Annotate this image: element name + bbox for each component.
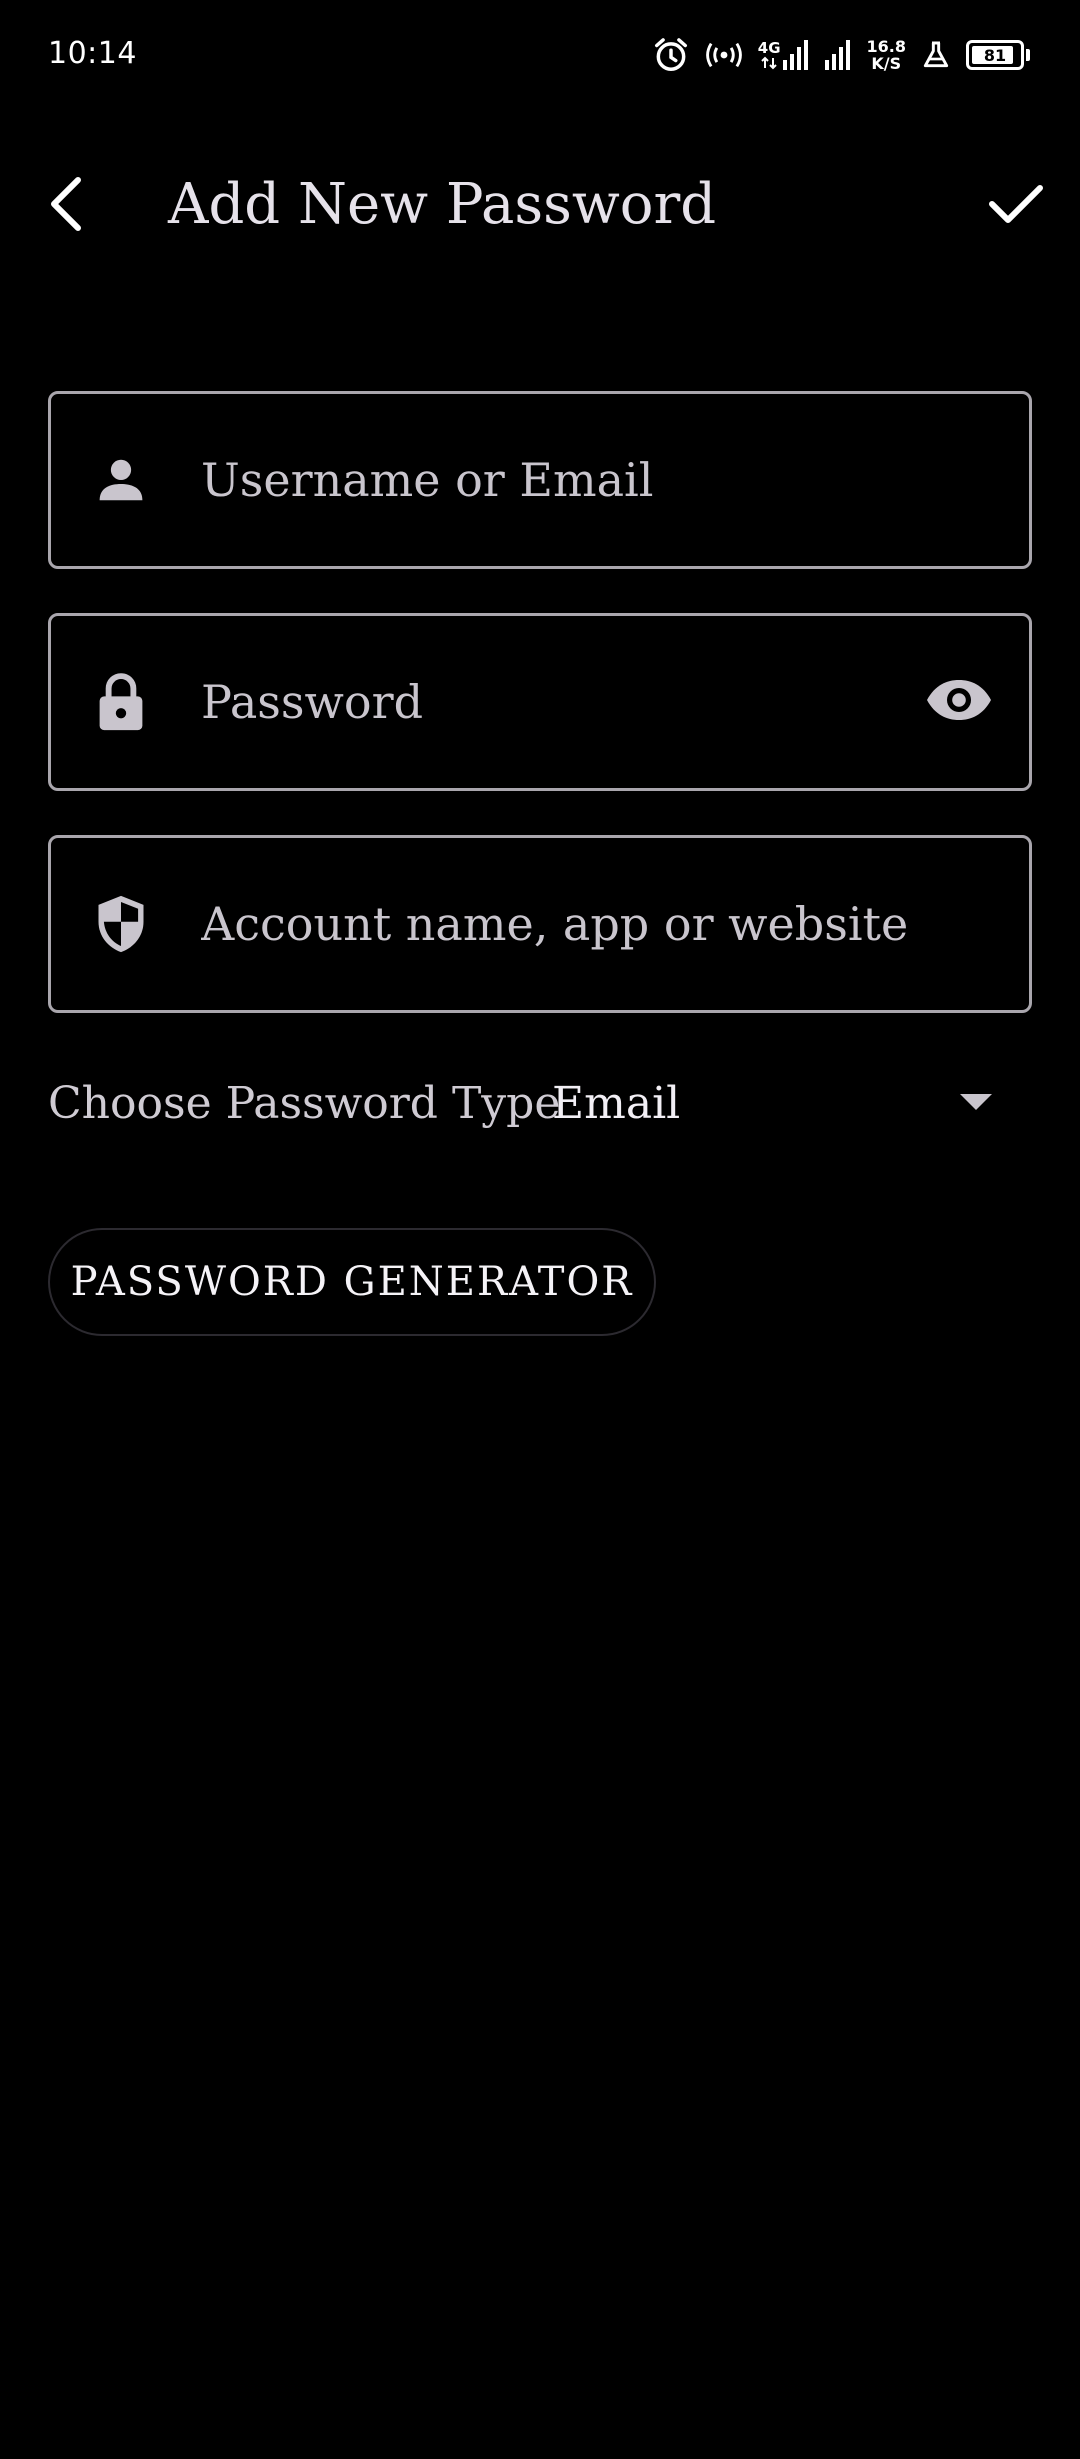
account-input[interactable] (201, 838, 909, 1010)
status-bar: 10:14 4G 16.8 K/S 81 (0, 0, 1080, 110)
app-bar: Add New Password (0, 150, 1080, 262)
back-button[interactable] (30, 170, 102, 242)
account-field[interactable] (48, 835, 1032, 1013)
page-title: Add New Password (168, 172, 717, 237)
signal-4g-icon: 4G (758, 40, 809, 70)
alarm-icon (652, 36, 690, 74)
password-type-value: Email (552, 1078, 681, 1129)
battery-icon: 81 (966, 40, 1030, 70)
hotspot-icon (704, 40, 744, 70)
password-type-row: Choose Password Type Email (48, 1070, 1032, 1140)
status-time: 10:14 (48, 36, 137, 71)
battery-level: 81 (983, 45, 1007, 65)
password-generator-button[interactable]: PASSWORD GENERATOR (48, 1228, 656, 1336)
save-button[interactable] (980, 170, 1052, 242)
username-field[interactable] (48, 391, 1032, 569)
network-type-label: 4G (757, 39, 781, 57)
shield-icon (91, 894, 151, 954)
net-speed: 16.8 K/S (867, 38, 906, 72)
username-input[interactable] (201, 394, 909, 566)
eye-icon (925, 677, 993, 727)
password-type-label: Choose Password Type (48, 1078, 561, 1129)
signal-icon (823, 40, 853, 70)
status-icons: 4G 16.8 K/S 81 (652, 30, 1030, 80)
password-visibility-toggle[interactable] (919, 662, 999, 742)
net-speed-value: 16.8 (866, 37, 906, 56)
person-icon (91, 450, 151, 510)
flask-icon (920, 39, 952, 71)
net-speed-unit: K/S (871, 54, 902, 73)
password-generator-label: PASSWORD GENERATOR (70, 1259, 634, 1305)
password-input[interactable] (201, 616, 909, 788)
lock-icon (91, 672, 151, 732)
password-field[interactable] (48, 613, 1032, 791)
chevron-left-icon (44, 174, 88, 238)
dropdown-arrow-icon (960, 1092, 992, 1112)
check-icon (988, 182, 1044, 230)
password-type-dropdown[interactable]: Email (552, 1070, 1032, 1140)
